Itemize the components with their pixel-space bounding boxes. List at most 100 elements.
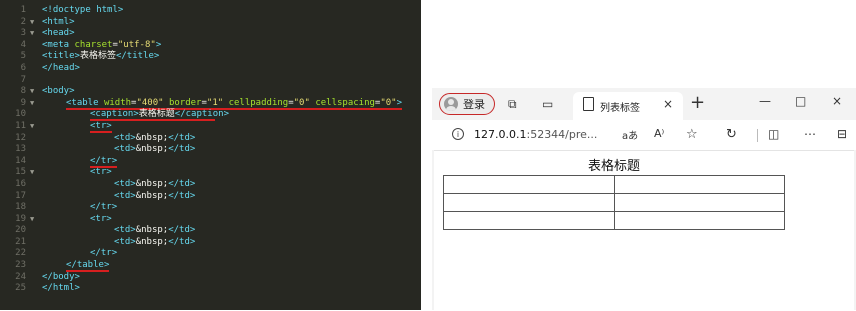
- more-icon[interactable]: ⋯: [804, 127, 816, 141]
- line-number: 24: [15, 271, 26, 282]
- line-number: 15: [15, 167, 26, 178]
- line-number: 1: [20, 5, 26, 15]
- code-text: </tr>: [90, 202, 118, 213]
- code-line[interactable]: 3 ▼ <head>: [0, 28, 421, 40]
- code-line[interactable]: 24 </body>: [0, 272, 421, 284]
- line-number: 2: [20, 16, 26, 27]
- line-number: 13: [15, 144, 26, 155]
- fold-marker-icon[interactable]: ▼: [30, 98, 40, 110]
- page-icon: [583, 97, 594, 111]
- line-number: 23: [15, 260, 26, 271]
- code-line[interactable]: 8 ▼ <body>: [0, 86, 421, 98]
- read-aloud-icon[interactable]: aあ: [622, 127, 638, 142]
- code-line[interactable]: 14 </tr>: [0, 156, 421, 168]
- line-number: 3: [20, 28, 26, 39]
- favorite-icon[interactable]: ☆: [686, 127, 698, 142]
- rendered-table: 表格标题: [443, 159, 785, 230]
- tab-active[interactable]: 列表标签 ×: [573, 92, 683, 120]
- code-text: <!doctype html>: [42, 5, 124, 15]
- code-line[interactable]: 11 ▼ <tr>: [0, 121, 421, 133]
- tab-bar: 登录 ⧉ ▭ 列表标签 × + — □ ×: [432, 88, 856, 120]
- workspaces-icon[interactable]: ⧉: [508, 96, 517, 112]
- table-cell: [443, 175, 615, 194]
- code-text: <body>: [42, 86, 75, 97]
- line-number: 14: [15, 155, 26, 166]
- line-number: 8: [20, 86, 26, 97]
- code-line[interactable]: 7: [0, 75, 421, 87]
- page-viewport: 表格标题: [434, 150, 854, 311]
- code-line[interactable]: 5 <title>表格标签</title>: [0, 51, 421, 63]
- text-size-icon[interactable]: A⁾: [654, 127, 664, 140]
- fold-marker-icon[interactable]: ▼: [30, 17, 40, 29]
- line-number: 19: [15, 213, 26, 224]
- code-line[interactable]: 21 <td>&nbsp;</td>: [0, 237, 421, 249]
- avatar-icon: [444, 97, 458, 111]
- code-line[interactable]: 6 </head>: [0, 63, 421, 75]
- line-number: 12: [15, 132, 26, 143]
- code-text: <tr>: [90, 167, 112, 178]
- maximize-button[interactable]: □: [795, 94, 806, 108]
- line-number: 22: [15, 248, 26, 259]
- code-line[interactable]: 1 <!doctype html>: [0, 5, 421, 17]
- code-line[interactable]: 15 ▼ <tr>: [0, 167, 421, 179]
- code-line[interactable]: 19 ▼ <tr>: [0, 214, 421, 226]
- table-cell: [443, 193, 615, 212]
- fold-marker-icon[interactable]: ▼: [30, 121, 40, 133]
- code-line[interactable]: 17 <td>&nbsp;</td>: [0, 191, 421, 203]
- fold-marker-icon[interactable]: ▼: [30, 167, 40, 179]
- line-number: 17: [15, 190, 26, 201]
- code-line[interactable]: 20 <td>&nbsp;</td>: [0, 225, 421, 237]
- site-info-icon[interactable]: i: [452, 128, 464, 140]
- code-line[interactable]: 9 ▼ <table width="400" border="1" cellpadd…: [0, 98, 421, 110]
- line-number: 25: [15, 283, 26, 294]
- table-cell: [613, 175, 785, 194]
- browser-window: 登录 ⧉ ▭ 列表标签 × + — □ × i 127.0.0.1:52344/…: [432, 88, 856, 311]
- new-tab-button[interactable]: +: [690, 92, 705, 113]
- tab-title: 列表标签: [600, 103, 640, 114]
- code-text: </tr>: [90, 248, 118, 259]
- code-line[interactable]: 4 <meta charset="utf-8">: [0, 40, 421, 52]
- sidebar-icon[interactable]: ⊟: [837, 127, 847, 141]
- code-text: <html>: [42, 16, 75, 27]
- code-line[interactable]: 25 </html>: [0, 283, 421, 295]
- code-line[interactable]: 13 <td>&nbsp;</td>: [0, 144, 421, 156]
- code-line[interactable]: 18 </tr>: [0, 202, 421, 214]
- line-number: 18: [15, 202, 26, 213]
- code-line[interactable]: 23 </table>: [0, 260, 421, 273]
- extensions-icon[interactable]: ↻: [726, 127, 737, 142]
- line-number: 20: [15, 225, 26, 236]
- code-line[interactable]: 10 <caption>表格标题</caption>: [0, 109, 421, 122]
- url-host: 127.0.0.1: [474, 128, 527, 141]
- fold-marker-icon[interactable]: ▼: [30, 28, 40, 40]
- code-text: <td>&nbsp;</td>: [114, 178, 196, 189]
- line-number: 16: [15, 178, 26, 189]
- code-line[interactable]: 16 <td>&nbsp;</td>: [0, 179, 421, 191]
- code-line[interactable]: 22 </tr>: [0, 248, 421, 260]
- code-text: <td>&nbsp;</td>: [114, 144, 196, 155]
- code-text: </head>: [42, 62, 80, 73]
- profile-login-button[interactable]: 登录: [439, 93, 495, 115]
- url-path: :52344/pre...: [526, 128, 598, 141]
- window-close-button[interactable]: ×: [832, 94, 842, 108]
- fold-marker-icon[interactable]: ▼: [30, 86, 40, 98]
- code-line[interactable]: 2 ▼ <html>: [0, 17, 421, 29]
- code-editor[interactable]: 1 <!doctype html> 2 ▼ <html> 3 ▼ <head> 4 <meta c…: [0, 0, 421, 310]
- url-text[interactable]: 127.0.0.1:52344/pre...: [474, 128, 597, 141]
- code-line[interactable]: 12 <td>&nbsp;</td>: [0, 133, 421, 145]
- fold-marker-icon[interactable]: ▼: [30, 214, 40, 226]
- split-screen-icon[interactable]: ◫: [768, 127, 779, 141]
- tab-actions-icon[interactable]: ▭: [542, 96, 553, 112]
- minimize-button[interactable]: —: [759, 94, 771, 108]
- code-text: <td>&nbsp;</td>: [114, 190, 196, 201]
- table-cell: [613, 193, 785, 212]
- line-number: 5: [20, 51, 26, 62]
- tab-close-button[interactable]: ×: [663, 97, 673, 111]
- line-number: 7: [20, 74, 26, 85]
- table-body: [443, 175, 785, 230]
- code-text: <td>&nbsp;</td>: [114, 132, 196, 143]
- code-text: <tr>: [90, 213, 112, 224]
- profile-label: 登录: [463, 98, 485, 111]
- line-number: 10: [15, 109, 26, 120]
- address-bar[interactable]: i 127.0.0.1:52344/pre... aあ A⁾ ☆ ↻ ◫ ⋯ ⊟: [432, 120, 856, 150]
- code-text: </html>: [42, 283, 80, 294]
